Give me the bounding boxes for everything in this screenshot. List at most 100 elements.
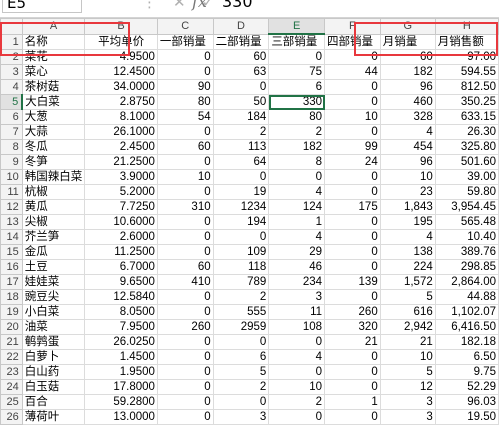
table-cell[interactable]: 0 — [324, 94, 381, 110]
table-cell[interactable]: 大蒜 — [21, 124, 86, 140]
table-cell[interactable]: 64 — [212, 154, 270, 170]
table-cell[interactable]: 0 — [156, 409, 214, 425]
row-header[interactable]: 14 — [0, 229, 23, 245]
row-header[interactable]: 13 — [0, 214, 23, 230]
table-cell[interactable]: 2.8750 — [84, 94, 158, 110]
table-cell[interactable]: 501.60 — [434, 154, 499, 170]
table-cell[interactable]: 26.30 — [434, 124, 499, 140]
table-cell[interactable]: 19.50 — [434, 409, 499, 425]
table-cell[interactable]: 80 — [156, 94, 214, 110]
table-cell[interactable]: 3 — [379, 409, 436, 425]
table-cell[interactable]: 6 — [268, 79, 326, 95]
table-cell[interactable]: 108 — [268, 319, 326, 335]
table-cell[interactable]: 44 — [324, 64, 381, 80]
table-cell[interactable]: 350.25 — [434, 94, 499, 110]
table-cell[interactable]: 59.80 — [434, 184, 499, 200]
table-cell[interactable]: 6 — [212, 349, 270, 365]
table-cell[interactable]: 0 — [324, 379, 381, 395]
table-cell[interactable]: 0 — [324, 364, 381, 380]
table-cell[interactable]: 冬笋 — [21, 154, 86, 170]
table-cell[interactable]: 茶树菇 — [21, 79, 86, 95]
column-header-d[interactable]: D — [212, 18, 270, 35]
table-cell[interactable]: 0 — [212, 334, 270, 350]
table-cell[interactable]: 12 — [379, 379, 436, 395]
table-cell[interactable]: 52.29 — [434, 379, 499, 395]
table-cell[interactable]: 21 — [379, 334, 436, 350]
table-cell[interactable]: 2 — [212, 379, 270, 395]
table-cell[interactable]: 616 — [379, 304, 436, 320]
table-cell[interactable]: 2 — [268, 124, 326, 140]
table-cell[interactable]: 3,954.45 — [434, 199, 499, 215]
table-cell[interactable]: 454 — [379, 139, 436, 155]
table-cell[interactable]: 195 — [379, 214, 436, 230]
table-cell[interactable]: 白山药 — [21, 364, 86, 380]
table-cell[interactable]: 菜花 — [21, 49, 86, 65]
table-cell[interactable]: 0 — [212, 394, 270, 410]
table-cell[interactable]: 13.0000 — [84, 409, 158, 425]
table-cell[interactable]: 60 — [379, 49, 436, 65]
table-cell[interactable]: 大葱 — [21, 109, 86, 125]
table-cell[interactable]: 10 — [268, 379, 326, 395]
table-cell[interactable]: 6.50 — [434, 349, 499, 365]
table-cell[interactable]: 24 — [324, 154, 381, 170]
table-cell[interactable]: 2959 — [212, 319, 270, 335]
select-all-corner[interactable] — [0, 18, 23, 35]
table-cell[interactable]: 0 — [324, 409, 381, 425]
table-cell[interactable]: 1 — [268, 214, 326, 230]
table-cell[interactable]: 0 — [156, 289, 214, 305]
row-header[interactable]: 10 — [0, 169, 23, 185]
table-cell[interactable]: 23 — [379, 184, 436, 200]
table-cell[interactable]: 17.8000 — [84, 379, 158, 395]
table-cell[interactable]: 鹌鹑蛋 — [21, 334, 86, 350]
table-cell[interactable]: 34.0000 — [84, 79, 158, 95]
table-cell[interactable]: 19 — [212, 184, 270, 200]
table-cell[interactable]: 4 — [268, 349, 326, 365]
table-cell[interactable]: 54 — [156, 109, 214, 125]
table-cell[interactable]: 菜心 — [21, 64, 86, 80]
table-cell[interactable]: 小白菜 — [21, 304, 86, 320]
column-header-a[interactable]: A — [21, 18, 86, 35]
table-cell[interactable]: 0 — [156, 154, 214, 170]
table-cell[interactable]: 3.9000 — [84, 169, 158, 185]
table-cell[interactable]: 10.6000 — [84, 214, 158, 230]
table-cell[interactable]: 26.0250 — [84, 334, 158, 350]
table-cell[interactable]: 320 — [324, 319, 381, 335]
table-cell[interactable]: 4.9500 — [84, 49, 158, 65]
table-cell[interactable]: 0 — [324, 124, 381, 140]
table-cell[interactable]: 0 — [156, 214, 214, 230]
table-cell[interactable]: 6.7000 — [84, 259, 158, 275]
table-cell[interactable]: 0 — [156, 229, 214, 245]
table-cell[interactable]: 4 — [379, 124, 436, 140]
table-cell[interactable]: 60 — [212, 49, 270, 65]
table-cell[interactable]: 4 — [268, 184, 326, 200]
table-cell[interactable]: 175 — [324, 199, 381, 215]
table-cell[interactable]: 633.15 — [434, 109, 499, 125]
row-header[interactable]: 2 — [0, 49, 23, 65]
table-cell[interactable]: 0 — [324, 79, 381, 95]
table-cell[interactable]: 234 — [268, 274, 326, 290]
table-cell[interactable]: 21 — [324, 334, 381, 350]
table-cell[interactable]: 3 — [212, 409, 270, 425]
table-cell[interactable]: 96.03 — [434, 394, 499, 410]
row-header[interactable]: 5 — [0, 94, 24, 110]
row-header[interactable]: 16 — [0, 259, 23, 275]
table-cell[interactable]: 0 — [268, 334, 326, 350]
table-cell[interactable]: 594.55 — [434, 64, 499, 80]
insert-function-icon[interactable]: fx — [192, 0, 207, 13]
column-title-cell[interactable]: 三部销量 — [268, 33, 326, 50]
row-header[interactable]: 24 — [0, 379, 23, 395]
row-header[interactable]: 1 — [0, 33, 23, 50]
table-cell[interactable]: 8 — [268, 154, 326, 170]
table-cell[interactable]: 0 — [268, 364, 326, 380]
table-cell[interactable]: 2 — [212, 124, 270, 140]
table-cell[interactable]: 0 — [324, 349, 381, 365]
table-cell[interactable]: 1 — [324, 394, 381, 410]
table-cell[interactable]: 8.1000 — [84, 109, 158, 125]
row-header[interactable]: 20 — [0, 319, 23, 335]
table-cell[interactable]: 224 — [379, 259, 436, 275]
table-cell[interactable]: 2 — [268, 394, 326, 410]
table-cell[interactable]: 389.76 — [434, 244, 499, 260]
table-cell[interactable]: 96 — [379, 79, 436, 95]
column-title-cell[interactable]: 平均单价 — [84, 33, 158, 50]
table-cell[interactable]: 410 — [156, 274, 214, 290]
